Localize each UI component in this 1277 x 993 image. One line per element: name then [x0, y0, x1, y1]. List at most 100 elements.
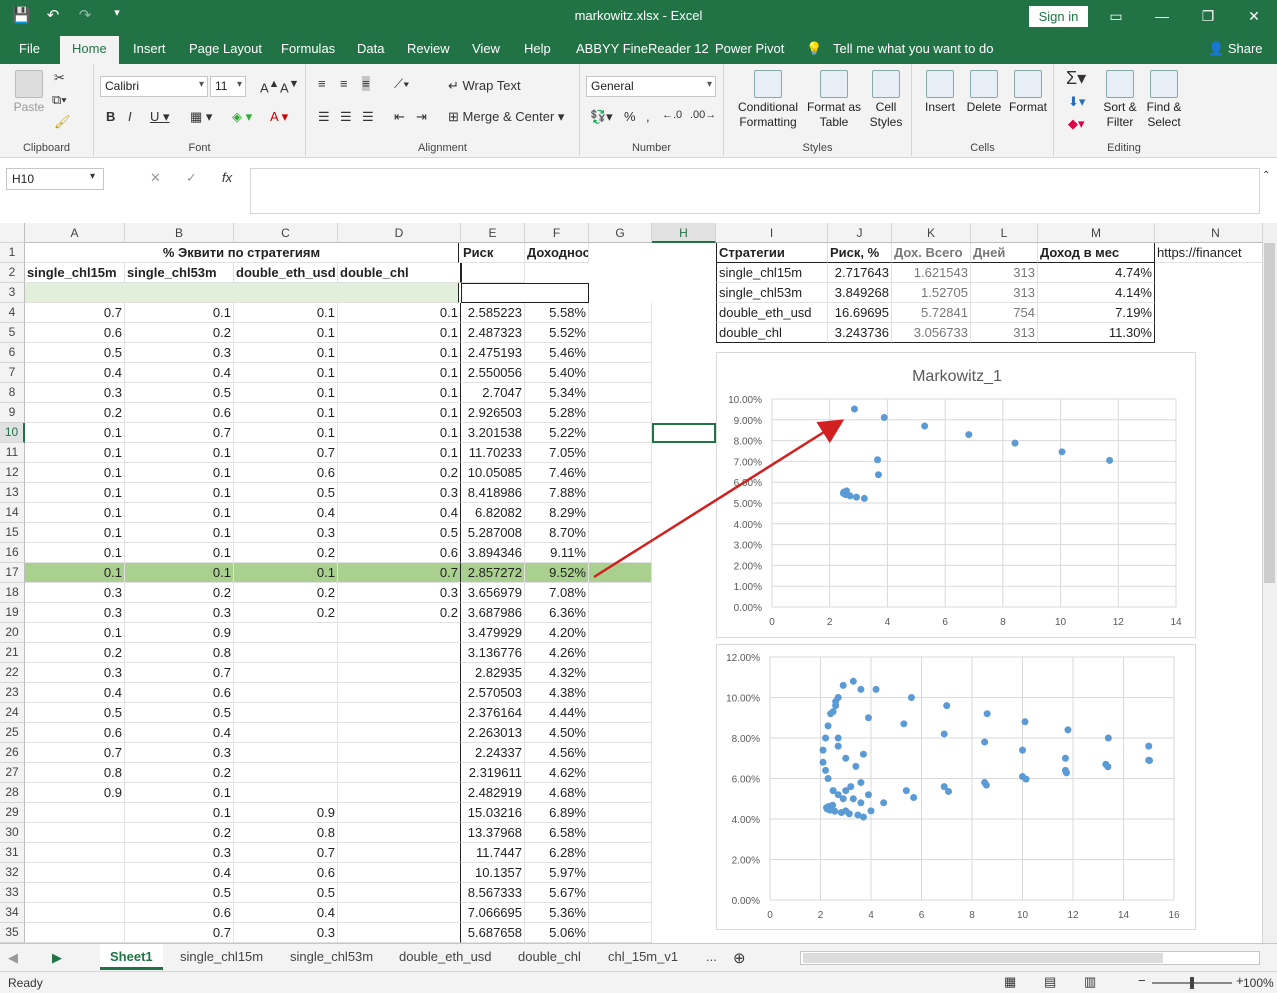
cell[interactable] [589, 323, 652, 343]
return-cell[interactable]: 4.56% [525, 743, 589, 763]
format-painter-icon[interactable]: 🖌 [54, 114, 71, 130]
sheet-tab-double-chl[interactable]: double_chl [508, 944, 591, 970]
return-cell[interactable]: 5.28% [525, 403, 589, 423]
cell[interactable] [589, 683, 652, 703]
strategy-table-cell[interactable]: 5.72841 [892, 303, 971, 323]
weight-cell[interactable] [234, 663, 338, 683]
risk-cell[interactable]: 2.570503 [461, 683, 525, 703]
decrease-decimal-icon[interactable]: .00→ [690, 109, 716, 121]
strategy-table-cell[interactable]: 3.056733 [892, 323, 971, 343]
row-header[interactable]: 11 [0, 443, 25, 463]
ribbon-display-icon[interactable]: ▭ [1093, 0, 1139, 33]
sheet-tab-single-chl53m[interactable]: single_chl53m [280, 944, 383, 970]
cell[interactable] [589, 523, 652, 543]
risk-cell[interactable]: 2.263013 [461, 723, 525, 743]
risk-cell[interactable]: 2.475193 [461, 343, 525, 363]
column-header-h[interactable]: H [652, 223, 716, 243]
strategy-table-header[interactable]: Дней [971, 243, 1038, 263]
underline-icon[interactable]: U ▾ [150, 109, 170, 125]
weight-cell[interactable]: 0.1 [25, 503, 125, 523]
column-header-c[interactable]: C [234, 223, 338, 243]
tab-insert[interactable]: Insert [133, 41, 166, 56]
strategy-table-cell[interactable]: 1.52705 [892, 283, 971, 303]
return-cell[interactable]: 5.58% [525, 303, 589, 323]
weight-cell[interactable] [234, 683, 338, 703]
weight-cell[interactable] [25, 923, 125, 943]
risk-cell[interactable]: 3.479929 [461, 623, 525, 643]
minimize-icon[interactable]: — [1139, 0, 1185, 33]
row-header[interactable]: 8 [0, 383, 25, 403]
weight-cell[interactable]: 0.6 [125, 903, 234, 923]
strategy-table-cell[interactable]: 3.849268 [828, 283, 892, 303]
risk-cell[interactable]: 7.066695 [461, 903, 525, 923]
tab-power-pivot[interactable]: Power Pivot [715, 41, 784, 56]
row-header[interactable]: 6 [0, 343, 25, 363]
weight-cell[interactable]: 0.1 [234, 363, 338, 383]
return-cell[interactable]: 5.06% [525, 923, 589, 943]
cell[interactable] [589, 343, 652, 363]
name-box-dropdown-icon[interactable]: ▾ [90, 171, 95, 182]
weight-cell[interactable]: 0.3 [125, 843, 234, 863]
cell[interactable] [589, 703, 652, 723]
cell[interactable] [589, 303, 652, 323]
restore-icon[interactable]: ❐ [1185, 0, 1231, 33]
weight-cell[interactable]: 0.4 [125, 363, 234, 383]
row-header[interactable]: 35 [0, 923, 25, 943]
weight-cell[interactable]: 0.1 [338, 303, 461, 323]
row-header[interactable]: 28 [0, 783, 25, 803]
weight-cell[interactable]: 0.3 [125, 603, 234, 623]
risk-cell[interactable]: 2.482919 [461, 783, 525, 803]
risk-cell[interactable]: 13.37968 [461, 823, 525, 843]
weight-cell[interactable]: 0.1 [25, 623, 125, 643]
scroll-thumb[interactable] [803, 953, 1163, 963]
cell[interactable] [589, 763, 652, 783]
weight-cell[interactable] [234, 623, 338, 643]
risk-cell[interactable]: 2.487323 [461, 323, 525, 343]
cell[interactable] [589, 563, 652, 583]
italic-icon[interactable]: I [128, 109, 132, 124]
cancel-icon[interactable]: ✕ [150, 170, 161, 186]
select-all-corner[interactable] [0, 223, 25, 243]
return-cell[interactable]: 5.22% [525, 423, 589, 443]
sheet-tab-double-eth-usd[interactable]: double_eth_usd [389, 944, 502, 970]
cell[interactable] [589, 863, 652, 883]
weight-cell[interactable] [25, 803, 125, 823]
return-cell[interactable]: 6.28% [525, 843, 589, 863]
accounting-format-icon[interactable]: 💱▾ [590, 109, 613, 125]
row-header[interactable]: 24 [0, 703, 25, 723]
weight-cell[interactable]: 0.6 [125, 683, 234, 703]
format-cells-button[interactable]: Format [1006, 70, 1050, 115]
return-cell[interactable]: 8.29% [525, 503, 589, 523]
weight-cell[interactable]: 0.2 [338, 603, 461, 623]
row-header[interactable]: 4 [0, 303, 25, 323]
weight-cell[interactable]: 0.3 [125, 343, 234, 363]
strategy-table-cell[interactable]: 313 [971, 323, 1038, 343]
row-header[interactable]: 1 [0, 243, 25, 263]
align-right-icon[interactable]: ☰ [362, 109, 374, 125]
strategy-column-header[interactable]: double_chl [338, 263, 461, 283]
collapse-formula-icon[interactable]: ⌃ [1262, 170, 1270, 181]
weight-cell[interactable]: 0.7 [125, 663, 234, 683]
font-color-icon[interactable]: A ▾ [270, 109, 288, 125]
row-header[interactable]: 10 [0, 423, 25, 443]
row-header[interactable]: 32 [0, 863, 25, 883]
merge-center-button[interactable]: ⊞ Merge & Center ▾ [448, 109, 564, 125]
weight-cell[interactable] [234, 643, 338, 663]
weight-cell[interactable]: 0.3 [234, 923, 338, 943]
tab-file[interactable]: File [19, 41, 40, 56]
strategy-column-header[interactable]: double_eth_usd [234, 263, 338, 283]
row-header[interactable]: 17 [0, 563, 25, 583]
weight-cell[interactable]: 0.1 [338, 363, 461, 383]
risk-cell[interactable]: 3.656979 [461, 583, 525, 603]
column-header-m[interactable]: M [1038, 223, 1155, 243]
horizontal-scrollbar[interactable] [800, 951, 1260, 965]
weight-cell[interactable]: 0.2 [125, 323, 234, 343]
vertical-scroll-thumb[interactable] [1264, 243, 1275, 583]
weight-cell[interactable] [338, 703, 461, 723]
weight-cell[interactable]: 0.1 [125, 783, 234, 803]
cell[interactable] [589, 463, 652, 483]
zoom-out-icon[interactable]: − [1138, 973, 1146, 988]
orientation-icon[interactable]: ⟋▾ [394, 76, 409, 92]
weight-cell[interactable]: 0.1 [125, 563, 234, 583]
font-name-select[interactable]: Calibri [100, 76, 208, 97]
